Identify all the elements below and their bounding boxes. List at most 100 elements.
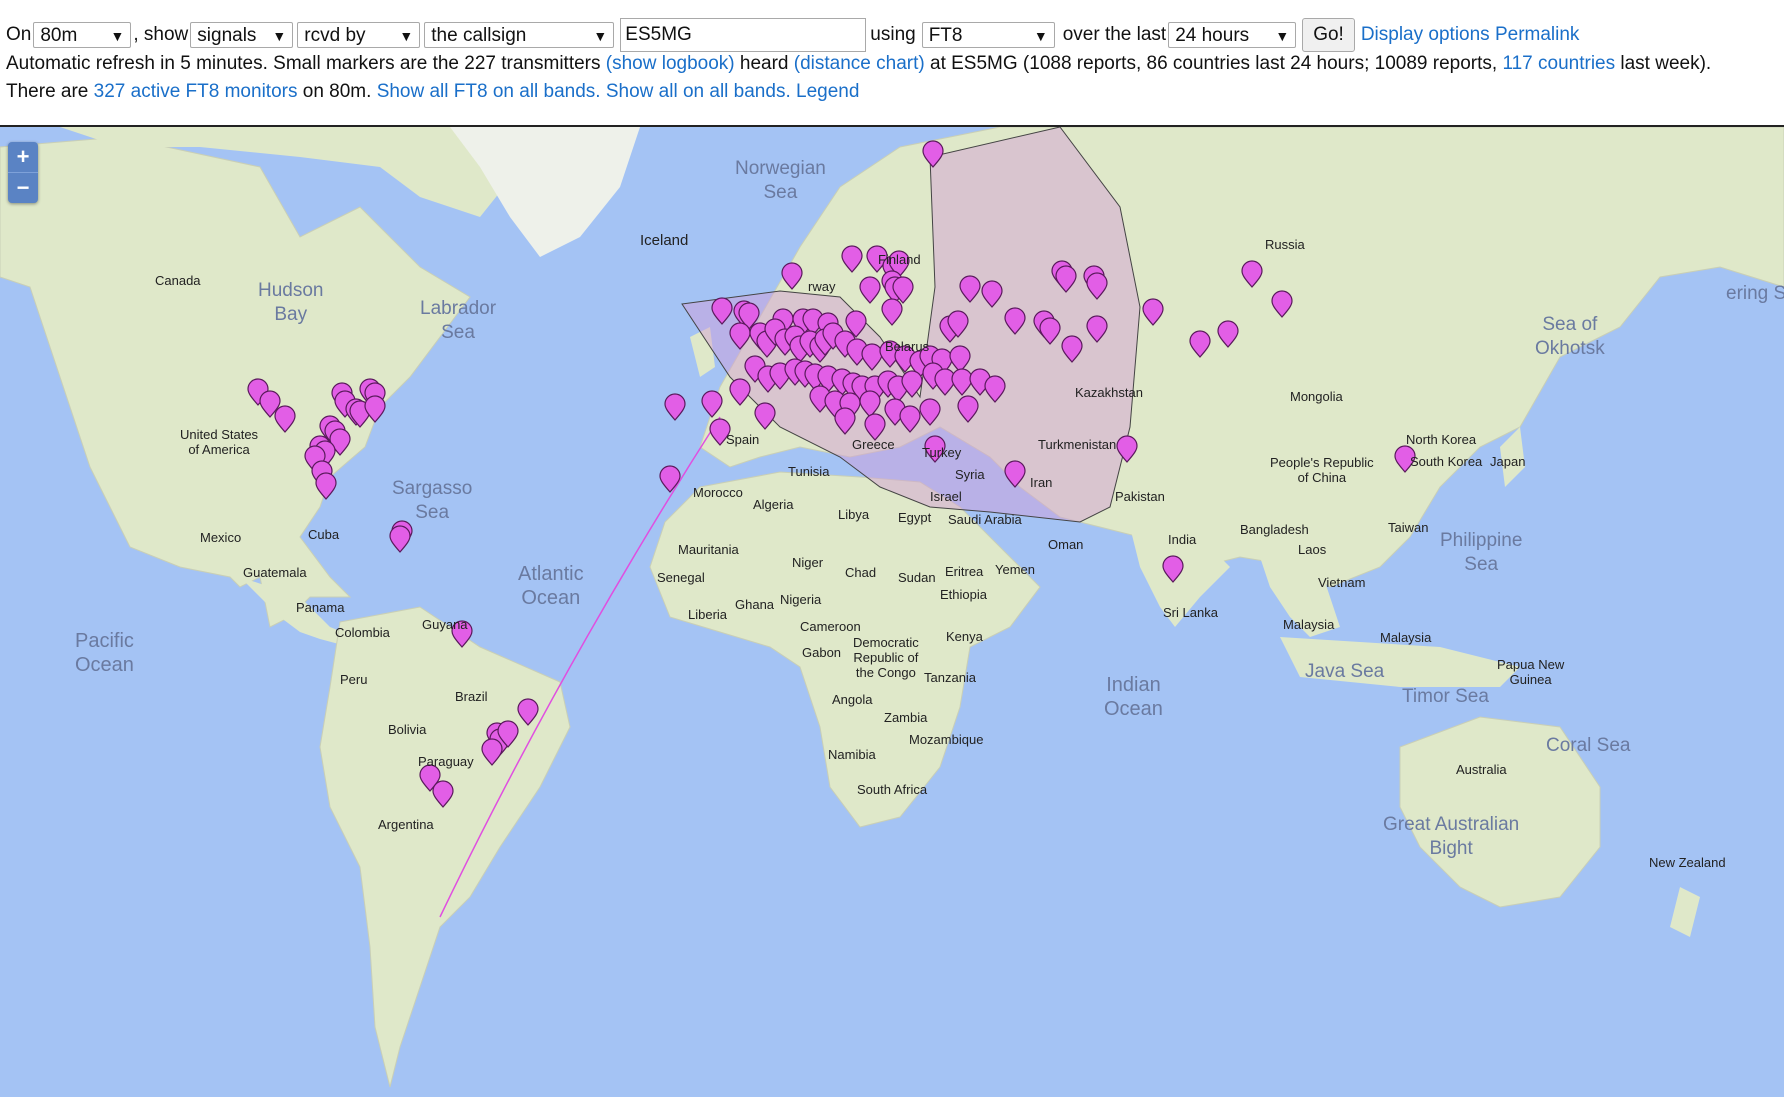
direction-select[interactable]: rcvd by ▼ (297, 22, 421, 48)
label-south-africa: South Africa (857, 782, 928, 797)
label-tanzania: Tanzania (924, 670, 977, 685)
label-panama: Panama (296, 600, 345, 615)
label-peru: Peru (340, 672, 368, 687)
countries-link[interactable]: 117 countries (1502, 53, 1615, 74)
label-mozambique: Mozambique (909, 732, 984, 747)
callsign-input[interactable]: ES5MG (620, 18, 867, 52)
subject-select[interactable]: the callsign ▼ (424, 22, 615, 48)
status-line: Automatic refresh in 5 minutes. Small ma… (6, 52, 1711, 76)
show-all-bands-link[interactable]: Show all on all bands. (606, 81, 791, 102)
label-finland: Finland (878, 252, 921, 267)
dropdown-arrow-icon: ▼ (1275, 28, 1290, 44)
dropdown-arrow-icon: ▼ (110, 28, 125, 44)
active-monitors-link[interactable]: 327 active FT8 monitors (94, 81, 298, 102)
zoom-in-button[interactable]: + (8, 142, 38, 172)
world-map[interactable] (0, 127, 1784, 1097)
label-turkmenistan: Turkmenistan (1038, 437, 1117, 452)
label-new-zealand: New Zealand (1649, 855, 1726, 870)
label-guyana: Guyana (422, 617, 468, 632)
label-cameroon: Cameroon (800, 619, 861, 634)
label-norwegian-sea: Norwegian Sea (735, 158, 826, 203)
label-drc: Democratic Republic of the Congo (853, 635, 919, 680)
mode-select-value: FT8 (928, 25, 963, 46)
label-north-korea: North Korea (1406, 432, 1477, 447)
show-select-value: signals (197, 25, 257, 46)
label-norway: rway (808, 279, 836, 294)
go-button[interactable]: Go! (1302, 18, 1355, 52)
query-row: On 80m ▼ , show signals ▼ rcvd by ▼ the cal… (6, 18, 1579, 52)
label-mongolia: Mongolia (1290, 389, 1343, 404)
show-logbook-link[interactable]: (show logbook) (606, 53, 735, 74)
legend-link[interactable]: Legend (796, 81, 859, 102)
show-select[interactable]: signals ▼ (190, 22, 294, 48)
label-gabon: Gabon (802, 645, 842, 660)
label-java-sea: Java Sea (1305, 661, 1385, 682)
label-saudi-arabia: Saudi Arabia (948, 512, 1022, 527)
label-turkey: Turkey (922, 445, 962, 460)
label-australia: Australia (1456, 762, 1507, 777)
status-text: last week). (1615, 53, 1712, 74)
zoom-out-button[interactable]: − (8, 172, 38, 203)
label-liberia: Liberia (688, 607, 728, 622)
permalink-link[interactable]: Permalink (1495, 23, 1579, 47)
label-kenya: Kenya (946, 629, 983, 644)
subject-select-value: the callsign (431, 25, 527, 46)
dropdown-arrow-icon: ▼ (272, 28, 287, 44)
label-philippine-sea: Philippine Sea (1440, 530, 1523, 575)
label-ethiopia: Ethiopia (940, 587, 987, 602)
label-japan: Japan (1490, 454, 1526, 469)
show-all-ft8-link[interactable]: Show all FT8 on all bands. (377, 81, 601, 102)
label-atlantic-ocean: Atlantic Ocean (518, 563, 584, 609)
label-israel: Israel (930, 489, 962, 504)
dropdown-arrow-icon: ▼ (593, 28, 608, 44)
label-great-australian-bight: Great Australian Bight (1383, 814, 1520, 859)
label-russia: Russia (1265, 237, 1305, 252)
label-usa: United States of America (180, 427, 259, 457)
label-mauritania: Mauritania (678, 542, 739, 557)
label-eritrea: Eritrea (945, 564, 984, 579)
label-sri-lanka: Sri Lanka (1163, 605, 1218, 620)
direction-select-value: rcvd by (304, 25, 366, 46)
label-vietnam: Vietnam (1318, 575, 1366, 590)
on-label: On (6, 24, 32, 45)
zoom-control: + − (8, 142, 38, 203)
label-sargasso-sea: Sargasso Sea (392, 478, 473, 523)
label-labrador-sea: Labrador Sea (420, 298, 497, 343)
display-options-link[interactable]: Display options (1361, 23, 1490, 47)
mode-select[interactable]: FT8 ▼ (921, 22, 1055, 48)
period-select-value: 24 hours (1175, 25, 1250, 46)
label-timor-sea: Timor Sea (1402, 686, 1489, 707)
label-south-korea: South Korea (1410, 454, 1483, 469)
label-namibia: Namibia (828, 747, 876, 762)
monitors-line: There are 327 active FT8 monitors on 80m… (6, 80, 859, 104)
over-label: over the last (1062, 24, 1167, 45)
label-bering-sea: ering Se (1726, 283, 1784, 304)
monitors-text: There are (6, 81, 94, 102)
label-malaysia-west: Malaysia (1283, 617, 1335, 632)
label-mexico: Mexico (200, 530, 242, 545)
band-select[interactable]: 80m ▼ (33, 22, 132, 48)
label-zambia: Zambia (884, 710, 928, 725)
label-ghana: Ghana (735, 597, 775, 612)
status-text: Automatic refresh in 5 minutes. Small ma… (6, 53, 606, 74)
label-iceland: Iceland (640, 232, 689, 249)
label-hudson-bay: Hudson Bay (258, 280, 324, 325)
status-text: heard (734, 53, 794, 74)
label-angola: Angola (832, 692, 873, 707)
label-niger: Niger (792, 555, 824, 570)
period-select[interactable]: 24 hours ▼ (1168, 22, 1297, 48)
dropdown-arrow-icon: ▼ (399, 28, 414, 44)
label-brazil: Brazil (455, 689, 488, 704)
label-taiwan: Taiwan (1388, 520, 1429, 535)
label-senegal: Senegal (657, 570, 705, 585)
label-china: People's Republic of China (1270, 455, 1374, 485)
label-kazakhstan: Kazakhstan (1075, 385, 1143, 400)
label-india: India (1168, 532, 1197, 547)
label-iran: Iran (1030, 475, 1053, 490)
map-canvas[interactable]: + − Norwegian Sea Iceland Hudson Bay Lab… (0, 125, 1784, 1097)
distance-chart-link[interactable]: (distance chart) (794, 53, 925, 74)
status-text: at ES5MG (1088 reports, 86 countries las… (924, 53, 1503, 74)
label-indian-ocean: Indian Ocean (1104, 674, 1163, 720)
label-pacific-ocean: Pacific Ocean (75, 630, 134, 676)
label-bangladesh: Bangladesh (1240, 522, 1309, 537)
